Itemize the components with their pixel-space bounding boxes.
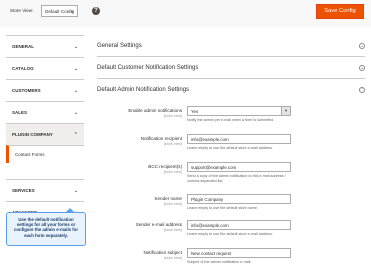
field-label: Sender e-mail address: [135, 222, 182, 227]
field-note: Subject of the admin notification e-mail…: [187, 260, 252, 264]
chevron-down-icon: ⌄: [73, 187, 78, 194]
field-scope: [store view]: [163, 202, 182, 206]
field-scope: [store view]: [163, 142, 182, 146]
chevron-down-icon: ⌄: [73, 109, 78, 116]
section-title: General Settings: [97, 42, 142, 49]
collapse-icon[interactable]: ⌄: [359, 42, 365, 49]
help-icon[interactable]: ?: [92, 7, 100, 15]
notification-recipient-input[interactable]: info@example.com: [187, 134, 291, 144]
section-customer-notification[interactable]: Default Customer Notification Settings ⌄: [97, 57, 365, 79]
chevron-down-icon: ⌄: [73, 87, 78, 94]
sidebar-item-label: SALES: [12, 110, 28, 115]
sidebar-item-label: SERVICES: [12, 188, 35, 193]
config-sections: General Settings ⌄ Default Customer Noti…: [97, 35, 365, 101]
sidebar-item-label: CATALOG: [12, 66, 34, 71]
chevron-down-icon: ▼: [281, 107, 290, 115]
callout-tooltip: Use the default notification settings fo…: [6, 212, 86, 246]
chevron-up-icon: ⌃: [73, 131, 78, 138]
field-note: Leave empty to use the default store nam…: [187, 206, 258, 210]
field-note: Leave empty to use the default store e-m…: [187, 232, 273, 236]
field-note: Send a copy of the admin notification to…: [187, 174, 286, 183]
field-scope: [store view]: [163, 228, 182, 232]
expand-icon[interactable]: ⌃: [359, 87, 365, 93]
sidebar-item-label: CUSTOMERS: [12, 88, 41, 93]
sender-name-input[interactable]: Plugin Company: [187, 194, 291, 204]
field-label: Enable admin notifications: [128, 108, 182, 113]
sidebar-item-services[interactable]: SERVICES ⌄: [6, 179, 84, 201]
sender-email-input[interactable]: info@example.com: [187, 220, 291, 230]
collapse-icon[interactable]: ⌄: [359, 64, 365, 71]
sidebar-item-plugin-company[interactable]: PLUGIN COMPANY ⌃: [6, 123, 84, 145]
section-general-settings[interactable]: General Settings ⌄: [97, 35, 365, 57]
section-title: Default Customer Notification Settings: [97, 64, 199, 71]
field-scope: [store view]: [163, 170, 182, 174]
store-view-switcher[interactable]: Default Config ▼: [41, 5, 78, 17]
sidebar-item-label: GENERAL: [12, 44, 35, 49]
page-actions-bar: Store View: Default Config ▼ ? Save Conf…: [0, 0, 371, 27]
notification-subject-input[interactable]: New contact request: [187, 248, 291, 258]
sidebar-subitem-contact-forms[interactable]: Contact Forms: [6, 145, 84, 163]
field-note: Notify the admin per e-mail when a form …: [187, 118, 275, 122]
save-config-button[interactable]: Save Config: [316, 4, 364, 19]
chevron-down-icon: ⌄: [73, 43, 78, 50]
enable-admin-notifications-select[interactable]: Yes ▼: [187, 106, 291, 116]
section-title: Default Admin Notification Settings: [97, 87, 190, 93]
config-sidebar: GENERAL ⌄ CATALOG ⌄ CUSTOMERS ⌄ SALES ⌄ …: [6, 35, 84, 223]
bcc-recipients-input[interactable]: support@example.com: [187, 162, 291, 172]
field-label: Notification recipient: [140, 136, 182, 141]
sidebar-item-label: PLUGIN COMPANY: [12, 132, 53, 137]
sidebar-item-general[interactable]: GENERAL ⌄: [6, 35, 84, 57]
sidebar-item-customers[interactable]: CUSTOMERS ⌄: [6, 79, 84, 101]
field-label: BCC recipient(s): [148, 164, 182, 169]
chevron-down-icon: ▼: [70, 9, 74, 14]
sidebar-item-sales[interactable]: SALES ⌄: [6, 101, 84, 123]
sidebar-item-catalog[interactable]: CATALOG ⌄: [6, 57, 84, 79]
section-admin-notification[interactable]: Default Admin Notification Settings ⌃: [97, 79, 365, 101]
chevron-down-icon: ⌄: [73, 65, 78, 72]
field-label: Sender name: [154, 196, 182, 201]
field-note: Leave empty to use the default store e-m…: [187, 146, 273, 150]
field-scope: [store view]: [163, 114, 182, 118]
field-label: Notification subject: [143, 250, 182, 255]
store-view-label: Store View:: [10, 8, 34, 13]
field-value: Yes: [191, 109, 199, 114]
field-scope: [store view]: [163, 256, 182, 260]
